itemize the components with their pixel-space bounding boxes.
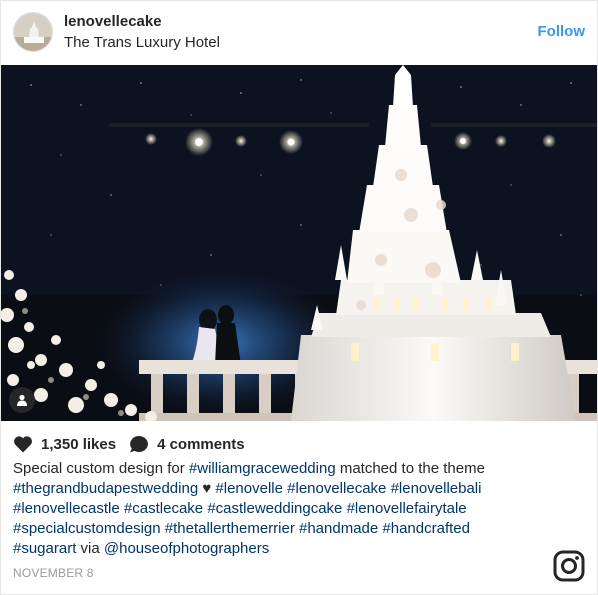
hashtag-link[interactable]: #lenovellefairytale xyxy=(347,500,467,517)
hashtag-link[interactable]: #specialcustomdesign xyxy=(13,520,161,537)
hashtag-link[interactable]: #handmade xyxy=(299,520,378,537)
caption-line: #thegrandbudapestwedding ♥ #lenovelle #l… xyxy=(13,479,553,499)
caption-line: #sugarart via @houseofphotographers xyxy=(13,539,553,559)
follow-button[interactable]: Follow xyxy=(538,23,586,40)
hashtag-link[interactable]: #thegrandbudapestwedding xyxy=(13,480,198,497)
caption-text: matched to the theme xyxy=(335,460,485,477)
instagram-icon[interactable] xyxy=(553,550,585,582)
caption-text: ♥ xyxy=(198,480,216,497)
hashtag-link[interactable]: #sugarart xyxy=(13,540,76,557)
comment-icon[interactable] xyxy=(129,435,149,454)
hashtag-link[interactable]: #lenovellebali xyxy=(391,480,482,497)
post-header: lenovellecake The Trans Luxury Hotel Fol… xyxy=(1,1,597,65)
caption-line: #specialcustomdesign #thetallerthemerrie… xyxy=(13,519,553,539)
post-date[interactable]: NOVEMBER 8 xyxy=(13,566,94,580)
hashtag-link[interactable]: #castleweddingcake xyxy=(207,500,342,517)
location-link[interactable]: The Trans Luxury Hotel xyxy=(64,34,220,51)
avatar[interactable] xyxy=(13,12,53,52)
hashtag-link[interactable]: #lenovellecake xyxy=(287,480,386,497)
caption-line: #lenovellecastle #castlecake #castlewedd… xyxy=(13,499,553,519)
caption-text: Special custom design for xyxy=(13,460,189,477)
instagram-post-card: lenovellecake The Trans Luxury Hotel Fol… xyxy=(0,0,598,595)
post-photo[interactable] xyxy=(1,65,597,421)
caption: Special custom design for #williamgracew… xyxy=(13,459,553,559)
hashtag-link[interactable]: #thetallerthemerrier xyxy=(165,520,295,537)
heart-icon[interactable] xyxy=(13,435,33,453)
caption-line: Special custom design for #williamgracew… xyxy=(13,459,553,479)
likes-count[interactable]: 1,350 likes xyxy=(13,435,116,453)
hashtag-link[interactable]: @houseofphotographers xyxy=(104,540,269,557)
likes-label: 1,350 likes xyxy=(41,435,117,453)
person-icon[interactable] xyxy=(9,387,35,413)
post-stats: 1,350 likes 4 comments xyxy=(13,433,245,455)
comments-label: 4 comments xyxy=(157,435,245,453)
hashtag-link[interactable]: #lenovellecastle xyxy=(13,500,120,517)
username[interactable]: lenovellecake xyxy=(64,13,162,30)
hashtag-link[interactable]: #lenovelle xyxy=(215,480,283,497)
hashtag-link[interactable]: #williamgracewedding xyxy=(189,460,336,477)
hashtag-link[interactable]: #castlecake xyxy=(124,500,203,517)
caption-text: via xyxy=(76,540,104,557)
comments-count[interactable]: 4 comments xyxy=(129,435,245,454)
hashtag-link[interactable]: #handcrafted xyxy=(382,520,470,537)
